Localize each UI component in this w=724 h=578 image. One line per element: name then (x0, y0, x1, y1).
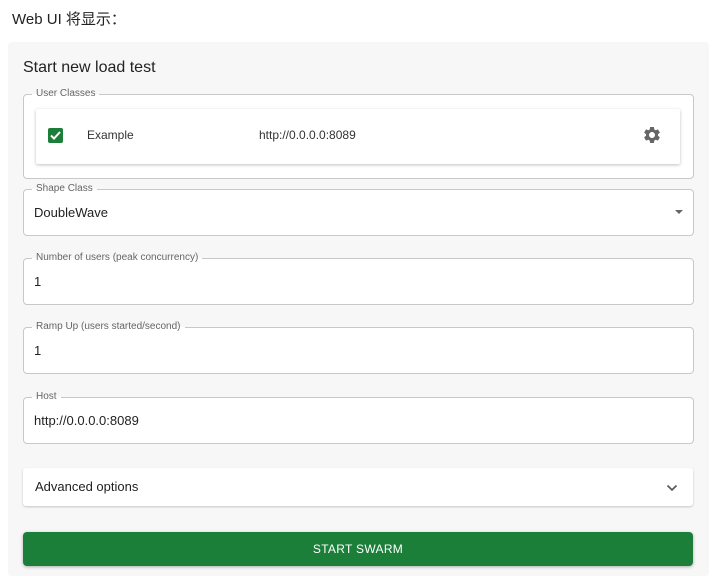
checkmark-icon (50, 131, 61, 140)
user-class-checkbox[interactable] (48, 128, 63, 143)
chevron-down-icon[interactable] (666, 484, 678, 492)
host-value: http://0.0.0.0:8089 (34, 413, 139, 428)
gear-icon[interactable] (642, 125, 662, 145)
start-swarm-button[interactable]: START SWARM (23, 532, 693, 566)
user-classes-legend: User Classes (36, 88, 96, 99)
shape-class-value: DoubleWave (34, 205, 108, 220)
advanced-options-label: Advanced options (35, 479, 139, 494)
panel-title: Start new load test (23, 59, 156, 76)
users-legend: Number of users (peak concurrency) (36, 252, 199, 263)
ramp-up-legend: Ramp Up (users started/second) (36, 321, 181, 332)
user-class-name: Example (87, 128, 134, 142)
ramp-up-value: 1 (34, 343, 42, 358)
shape-class-select[interactable]: Shape Class (23, 184, 694, 236)
user-class-host: http://0.0.0.0:8089 (259, 128, 356, 142)
intro-text: Web UI 将显示： (12, 11, 126, 28)
host-legend: Host (36, 391, 57, 402)
users-value: 1 (34, 274, 42, 289)
dropdown-arrow-icon[interactable] (674, 209, 684, 215)
users-field[interactable]: Number of users (peak concurrency) (23, 253, 694, 305)
shape-class-legend: Shape Class (36, 183, 93, 194)
ramp-up-field[interactable]: Ramp Up (users started/second) (23, 322, 694, 374)
